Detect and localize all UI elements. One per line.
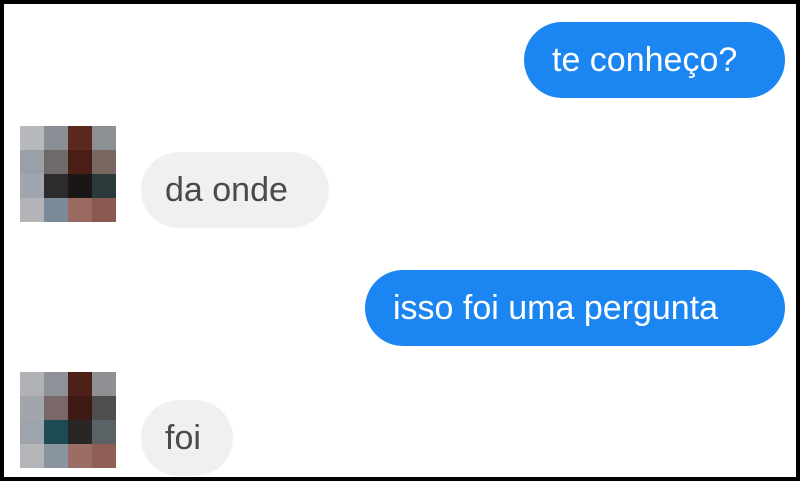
- received-message-bubble[interactable]: foi: [141, 400, 233, 476]
- received-message-bubble[interactable]: da onde: [141, 152, 329, 228]
- contact-avatar-icon[interactable]: [20, 126, 116, 222]
- message-text: isso foi uma pergunta: [393, 289, 719, 327]
- chat-window: te conheço? da onde isso foi uma pergunt…: [0, 0, 800, 481]
- sent-message-bubble[interactable]: te conheço?: [524, 22, 785, 98]
- message-text: te conheço?: [552, 41, 738, 79]
- contact-avatar-icon[interactable]: [20, 372, 116, 468]
- message-text: foi: [165, 419, 201, 457]
- message-text: da onde: [165, 171, 288, 209]
- sent-message-bubble[interactable]: isso foi uma pergunta: [365, 270, 785, 346]
